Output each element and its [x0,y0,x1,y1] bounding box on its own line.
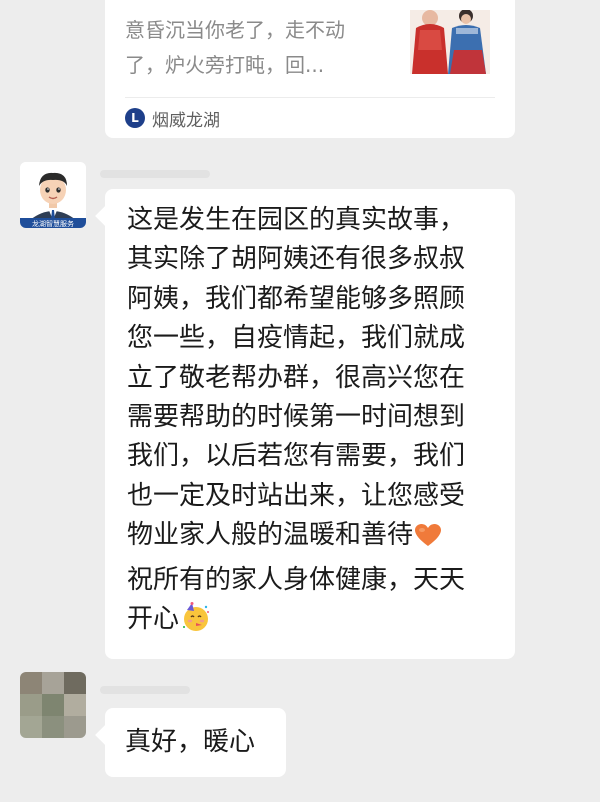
card-divider [125,97,495,98]
partying-face-icon [181,602,211,644]
message-bubble-long[interactable]: 这是发生在园区的真实故事， 其实除了胡阿姨还有很多叔叔 阿姨，我们都希望能够多照… [105,189,515,659]
sender-avatar-blurred-user[interactable] [20,672,86,738]
message-text: 这是发生在园区的真实故事， 其实除了胡阿姨还有很多叔叔 阿姨，我们都希望能够多照… [127,201,495,644]
message-text: 真好，暖心 [125,727,256,757]
shared-article-card[interactable]: 意昏沉当你老了，走不动 了，炉火旁打盹，回... L 烟威龙湖 [105,0,515,138]
orange-heart-icon [415,521,442,560]
article-source[interactable]: L 烟威龙湖 [125,106,220,131]
message-text-closing: 祝所有的家人身体健康，天天 开心 [127,564,466,635]
blurred-user-avatar-icon [20,672,86,738]
source-name: 烟威龙湖 [152,110,220,131]
sender-avatar-property-service[interactable]: 龙湖智慧服务 [20,162,86,228]
message-text-main: 这是发生在园区的真实故事， 其实除了胡阿姨还有很多叔叔 阿姨，我们都希望能够多照… [127,205,466,551]
message-bubble-short[interactable]: 真好，暖心 [105,708,286,777]
source-logo-icon: L [125,108,145,128]
avatar-caption: 龙湖智慧服务 [32,219,74,228]
article-description-line-1: 意昏沉当你老了，走不动 [125,18,345,42]
sender-name-blurred [100,170,210,178]
article-description-line-2: 了，炉火旁打盹，回... [125,53,325,77]
property-service-avatar-icon: 龙湖智慧服务 [20,162,86,228]
sender-name-blurred [100,686,190,694]
elderly-couple-illustration-icon [410,10,490,74]
article-description: 意昏沉当你老了，走不动 了，炉火旁打盹，回... [125,13,375,83]
article-thumbnail [410,10,490,74]
